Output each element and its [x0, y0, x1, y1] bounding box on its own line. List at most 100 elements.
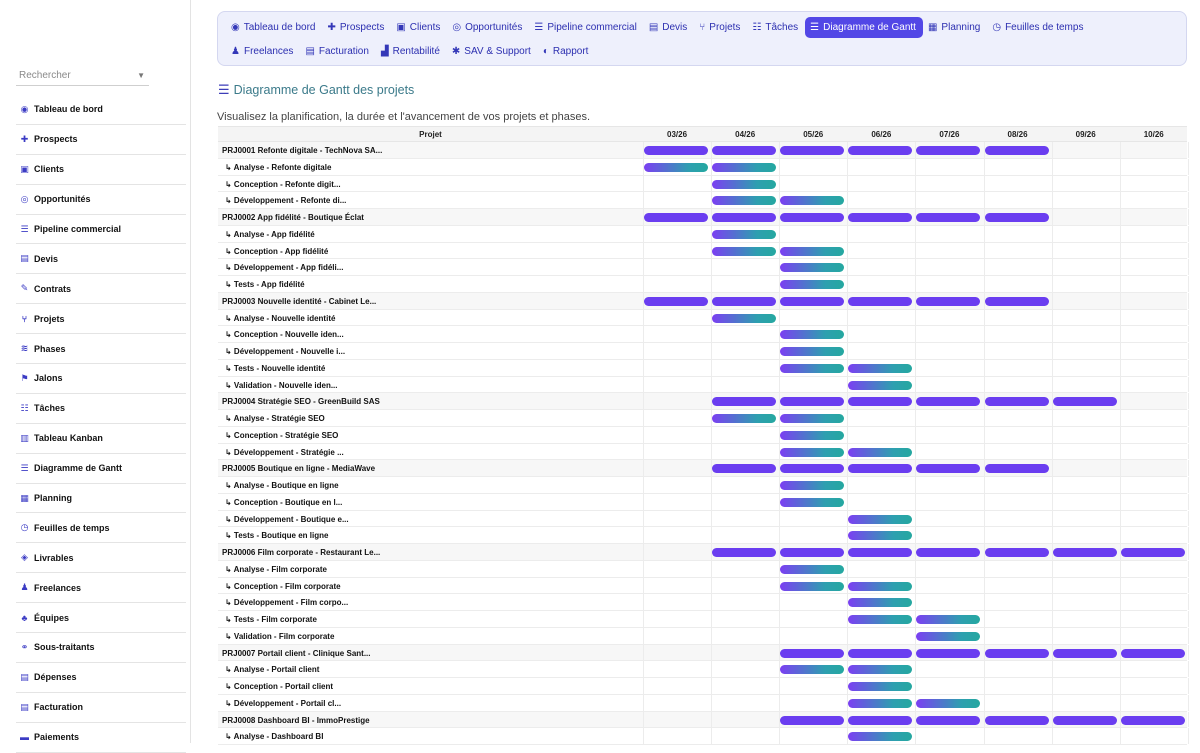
tab-planning[interactable]: ▦ Planning — [923, 17, 987, 38]
project-bar[interactable] — [1052, 548, 1117, 557]
gantt-phase-row[interactable]: ↳ Analyse - Portail client — [218, 661, 1189, 678]
project-bar[interactable] — [712, 146, 777, 155]
project-bar[interactable] — [1052, 715, 1117, 725]
project-bar[interactable] — [848, 397, 913, 407]
sidebar-item-tableau-de-bord[interactable]: ◉ Tableau de bord — [16, 95, 186, 125]
sidebar-item-clients[interactable]: ▣ Clients — [16, 155, 186, 185]
gantt-project-row[interactable]: PRJ0008 Dashboard BI - ImmoPrestige — [218, 711, 1189, 729]
gantt-phase-row[interactable]: ↳ Développement - Nouvelle i... — [218, 343, 1189, 360]
gantt-phase-row[interactable]: ↳ Développement - App fidéli... — [218, 259, 1189, 276]
project-bar[interactable] — [780, 648, 845, 658]
project-bar[interactable] — [984, 296, 1049, 306]
gantt-phase-row[interactable]: ↳ Tests - Nouvelle identité — [218, 359, 1189, 377]
project-bar[interactable] — [1052, 397, 1117, 407]
phase-bar[interactable] — [916, 698, 981, 708]
sidebar-item-facturation[interactable]: ▤ Facturation — [16, 693, 186, 723]
tab-rentabilite[interactable]: ▟ Rentabilité — [376, 41, 447, 62]
phase-bar[interactable] — [780, 447, 845, 457]
project-bar[interactable] — [780, 296, 845, 306]
sidebar-item-feuilles-de-temps[interactable]: ◷ Feuilles de temps — [16, 513, 186, 544]
project-bar[interactable] — [916, 146, 981, 155]
tab-diagramme-de-gantt[interactable]: ☰ Diagramme de Gantt — [805, 17, 923, 38]
project-bar[interactable] — [712, 464, 777, 474]
phase-bar[interactable] — [712, 179, 777, 189]
search-select[interactable]: Rechercher ▼ — [16, 66, 149, 86]
sidebar-item-opportunites[interactable]: ◎ Opportunités — [16, 185, 186, 215]
phase-bar[interactable] — [780, 481, 845, 490]
gantt-phase-row[interactable]: ↳ Tests - Film corporate — [218, 611, 1189, 628]
tab-clients[interactable]: ▣ Clients — [391, 17, 447, 38]
project-bar[interactable] — [712, 397, 777, 407]
phase-bar[interactable] — [780, 564, 845, 574]
project-bar[interactable] — [712, 548, 777, 557]
project-bar[interactable] — [712, 213, 777, 222]
gantt-project-row[interactable]: PRJ0004 Stratégie SEO - GreenBuild SAS — [218, 393, 1189, 410]
project-bar[interactable] — [984, 213, 1049, 222]
project-bar[interactable] — [644, 213, 709, 222]
phase-bar[interactable] — [712, 162, 777, 172]
phase-bar[interactable] — [848, 447, 913, 457]
project-bar[interactable] — [644, 296, 709, 306]
phase-bar[interactable] — [916, 615, 981, 624]
phase-bar[interactable] — [848, 682, 913, 691]
gantt-phase-row[interactable]: ↳ Conception - Nouvelle iden... — [218, 326, 1189, 343]
project-bar[interactable] — [780, 146, 845, 155]
phase-bar[interactable] — [780, 280, 845, 289]
phase-bar[interactable] — [780, 497, 845, 507]
gantt-phase-row[interactable]: ↳ Analyse - Boutique en ligne — [218, 477, 1189, 494]
project-bar[interactable] — [916, 715, 981, 725]
project-bar[interactable] — [780, 397, 845, 407]
gantt-phase-row[interactable]: ↳ Analyse - Stratégie SEO — [218, 410, 1189, 427]
gantt-phase-row[interactable]: ↳ Conception - Portail client — [218, 678, 1189, 695]
tab-opportunites[interactable]: ◎ Opportunités — [447, 17, 529, 38]
tab-sav-support[interactable]: ✱ SAV & Support — [447, 41, 538, 62]
gantt-project-row[interactable]: PRJ0001 Refonte digitale - TechNova SA..… — [218, 142, 1189, 159]
gantt-project-row[interactable]: PRJ0007 Portail client - Clinique Sant..… — [218, 644, 1189, 662]
project-bar[interactable] — [780, 715, 845, 725]
project-bar[interactable] — [1120, 715, 1185, 725]
project-bar[interactable] — [848, 548, 913, 557]
phase-bar[interactable] — [848, 531, 913, 541]
phase-bar[interactable] — [848, 363, 913, 373]
project-bar[interactable] — [848, 464, 913, 474]
tab-tableau-de-bord[interactable]: ◉ Tableau de bord — [226, 17, 322, 38]
gantt-project-row[interactable]: PRJ0006 Film corporate - Restaurant Le..… — [218, 544, 1189, 561]
phase-bar[interactable] — [780, 581, 845, 591]
gantt-phase-row[interactable]: ↳ Analyse - App fidélité — [218, 225, 1189, 243]
project-bar[interactable] — [916, 464, 981, 474]
project-bar[interactable] — [1052, 648, 1117, 658]
tab-devis[interactable]: ▤ Devis — [644, 17, 694, 38]
tab-freelances[interactable]: ♟ Freelances — [226, 41, 300, 62]
phase-bar[interactable] — [780, 347, 845, 356]
tab-feuilles-de-temps[interactable]: ◷ Feuilles de temps — [987, 17, 1090, 38]
sidebar-item-livrables[interactable]: ◈ Livrables — [16, 543, 186, 574]
phase-bar[interactable] — [848, 615, 913, 624]
phase-bar[interactable] — [780, 363, 845, 373]
project-bar[interactable] — [916, 213, 981, 222]
project-bar[interactable] — [848, 213, 913, 222]
phase-bar[interactable] — [916, 631, 981, 641]
gantt-project-row[interactable]: PRJ0003 Nouvelle identité - Cabinet Le..… — [218, 292, 1189, 310]
gantt-phase-row[interactable]: ↳ Analyse - Dashboard BI — [218, 728, 1189, 745]
project-bar[interactable] — [984, 464, 1049, 474]
project-bar[interactable] — [644, 146, 709, 155]
phase-bar[interactable] — [780, 246, 845, 256]
tab-pipeline-commercial[interactable]: ☰ Pipeline commercial — [529, 17, 643, 38]
sidebar-item-devis[interactable]: ▤ Devis — [16, 244, 186, 275]
project-bar[interactable] — [984, 397, 1049, 407]
project-bar[interactable] — [780, 464, 845, 474]
project-bar[interactable] — [780, 548, 845, 557]
project-bar[interactable] — [916, 397, 981, 407]
project-bar[interactable] — [780, 213, 845, 222]
gantt-phase-row[interactable]: ↳ Développement - Boutique e... — [218, 510, 1189, 528]
phase-bar[interactable] — [712, 229, 777, 239]
phase-bar[interactable] — [848, 732, 913, 742]
sidebar-item-freelances[interactable]: ♟ Freelances — [16, 573, 186, 604]
project-bar[interactable] — [848, 146, 913, 155]
project-bar[interactable] — [1120, 548, 1185, 557]
tab-prospects[interactable]: ✚ Prospects — [322, 17, 391, 38]
phase-bar[interactable] — [780, 263, 845, 273]
tab-rapport[interactable]: ◐ Rapport — [538, 41, 596, 62]
gantt-phase-row[interactable]: ↳ Développement - Film corpo... — [218, 594, 1189, 611]
phase-bar[interactable] — [848, 665, 913, 675]
